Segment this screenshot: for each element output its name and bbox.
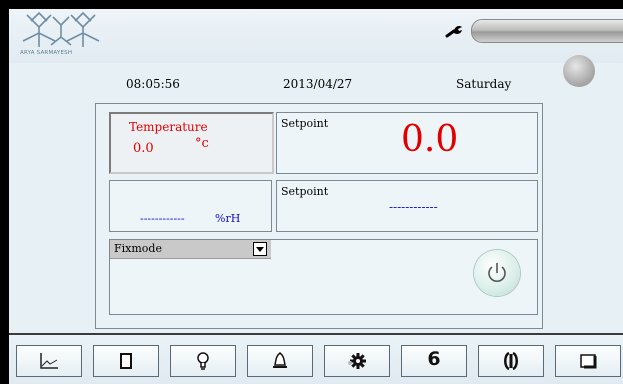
wrench-icon[interactable] [445, 22, 463, 40]
document-icon [116, 351, 136, 371]
light-button[interactable] [170, 345, 236, 377]
mode-select[interactable]: Fixmode [110, 240, 271, 259]
screen-icon [578, 351, 598, 371]
date-display: 2013/04/27 [283, 77, 353, 91]
bell-icon [270, 351, 290, 371]
logo-text: ARYA SARMAYESH [20, 50, 73, 56]
temperature-unit: °c [195, 136, 209, 151]
temperature-button[interactable]: Temperature 0.0 °c [109, 112, 274, 174]
setpoint-label: Setpoint [281, 117, 329, 130]
rotation-icon [501, 351, 521, 371]
temperature-setpoint-value: 0.0 [401, 119, 459, 160]
temperature-value: 0.0 [133, 141, 154, 156]
humidity-setpoint-value: ------------ [389, 200, 438, 214]
power-button[interactable] [474, 250, 520, 296]
setpoint-label: Setpoint [281, 185, 329, 198]
program-six-button[interactable]: 6 [401, 345, 467, 377]
screen-button[interactable] [555, 345, 621, 377]
snowflake-logo-icon [22, 11, 100, 47]
day-display: Saturday [456, 77, 512, 91]
chevron-down-icon[interactable] [253, 242, 267, 256]
humidity-button[interactable]: ------------ %rH [109, 180, 272, 232]
humidity-unit: %rH [215, 212, 241, 225]
settings-button[interactable] [324, 345, 390, 377]
humidity-setpoint-box[interactable]: Setpoint ------------ [276, 180, 538, 232]
rotation-button[interactable] [478, 345, 544, 377]
status-pill [471, 19, 623, 43]
temperature-setpoint-box[interactable]: Setpoint 0.0 [276, 112, 538, 174]
main-panel: Temperature 0.0 °c Setpoint 0.0 --------… [95, 103, 543, 329]
power-icon [488, 263, 506, 282]
time-display: 08:05:56 [126, 77, 180, 91]
header-bar: ARYA SARMAYESH [9, 9, 623, 63]
mode-selected-value: Fixmode [114, 242, 162, 255]
chart-icon [39, 351, 59, 371]
document-button[interactable] [93, 345, 159, 377]
six-icon: 6 [427, 348, 441, 370]
gear-icon [347, 351, 367, 371]
hmi-screen: ARYA SARMAYESH 08:05:56 2013/04/27 Satur… [9, 9, 623, 384]
bottom-toolbar: 6 [9, 333, 623, 384]
lightbulb-icon [193, 351, 213, 371]
mode-box: Fixmode [109, 239, 538, 315]
alarm-button[interactable] [247, 345, 313, 377]
chart-button[interactable] [16, 345, 82, 377]
company-logo: ARYA SARMAYESH [17, 11, 103, 61]
temperature-label: Temperature [129, 120, 208, 134]
humidity-value: ------------ [140, 212, 185, 225]
